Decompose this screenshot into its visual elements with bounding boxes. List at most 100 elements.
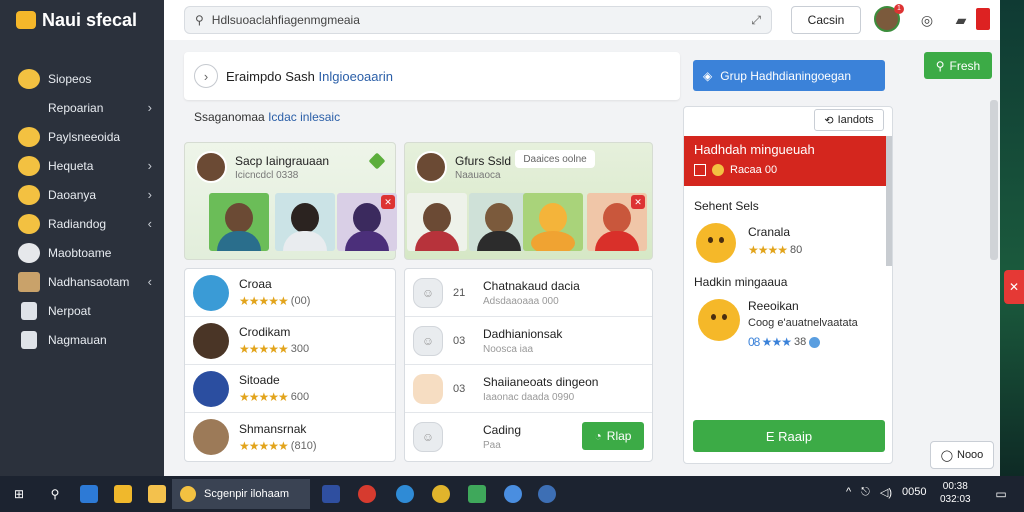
item-number: 21 xyxy=(453,286,466,299)
body-shape xyxy=(415,231,459,251)
fresh-button[interactable]: ⚲ Fresh xyxy=(924,52,992,79)
app-icon[interactable] xyxy=(504,485,522,503)
member-photo[interactable] xyxy=(209,193,269,251)
folder-icon[interactable] xyxy=(148,485,166,503)
list-item-sub: Noosca iaa xyxy=(483,343,534,355)
list-item-name: Sitoade xyxy=(239,373,280,387)
sidebar-item-2[interactable]: Repoarian › xyxy=(0,93,164,122)
search-icon[interactable]: ⚲ xyxy=(46,485,64,503)
section-link[interactable]: Icdac inlesaic xyxy=(268,110,340,124)
desktop-background xyxy=(1000,0,1024,476)
avatar xyxy=(193,419,229,455)
highlight-banner[interactable]: Hadhdah mingueuah Racaa 00 xyxy=(684,136,888,186)
sidebar-item-5[interactable]: Daoanya › xyxy=(0,180,164,209)
member-photo[interactable]: ✕ xyxy=(587,193,647,251)
notification-icon[interactable]: ▭ xyxy=(992,485,1010,503)
group-card[interactable]: Gfurs Ssld Naauaoca Daaices oolne ✕ xyxy=(404,142,653,260)
app-icon[interactable] xyxy=(358,485,376,503)
list-item[interactable]: ☺ Cading Paa ◔ Rlap xyxy=(405,413,652,461)
tag-icon: ◈ xyxy=(703,68,713,83)
sidebar-item-6[interactable]: Radiandog ‹ xyxy=(0,209,164,238)
network-icon[interactable]: ⎋ xyxy=(861,486,870,499)
sidebar-item-label: Repoarian xyxy=(48,100,104,115)
cancel-button[interactable]: Cacsin xyxy=(791,6,861,34)
scrollbar[interactable] xyxy=(990,100,998,260)
group-button[interactable]: ◈ Grup Hadhdianingoegan xyxy=(693,60,885,91)
clear-search-icon[interactable]: ⤢ xyxy=(751,13,761,28)
sidebar-item-3[interactable]: Paylsneeoida xyxy=(0,122,164,151)
clock[interactable]: 00:38 032:03 xyxy=(940,480,971,506)
item-description: Coog e'auatnelvaatata xyxy=(748,317,858,329)
search-input[interactable]: ⚲ Hdlsuoaclahfiagenmgmeaia ⤢ xyxy=(184,6,772,34)
chat-icon[interactable]: ▰ xyxy=(952,11,970,29)
app-icon[interactable] xyxy=(468,485,486,503)
member-photo[interactable] xyxy=(275,193,335,251)
chevron-right-icon[interactable]: › xyxy=(194,64,218,88)
more-button[interactable]: ◯ Nooo xyxy=(930,441,994,469)
chrome-icon[interactable] xyxy=(432,485,450,503)
sidebar-item-8[interactable]: Nadhansaotam ‹ xyxy=(0,267,164,296)
list-item-sub: Adsdaaoaaa 000 xyxy=(483,295,559,307)
windows-start-icon[interactable]: ⊞ xyxy=(10,485,28,503)
sidebar-item-7[interactable]: Maobtoame xyxy=(0,238,164,267)
list-item[interactable]: ☺ 03 Dadhianionsak Noosca iaa xyxy=(405,317,652,365)
avatar xyxy=(193,370,229,407)
group-card[interactable]: Sacp Iaingrauaan Icicncdcl 0338 ✕ xyxy=(184,142,397,260)
sidebar-item-1[interactable]: Siopeos xyxy=(0,64,164,93)
app-icon[interactable] xyxy=(396,485,414,503)
emoji-icon xyxy=(180,486,196,502)
group-card-header: Sacp Iaingrauaan Icicncdcl 0338 xyxy=(195,151,329,183)
member-photo[interactable]: ✕ xyxy=(337,193,397,251)
app-icon[interactable] xyxy=(322,485,340,503)
close-icon[interactable]: ✕ xyxy=(1004,270,1024,304)
list-item[interactable]: 03 Shaiianeoats dingeon Iaaonac daada 09… xyxy=(405,365,652,413)
remove-icon[interactable]: ✕ xyxy=(381,195,395,209)
sidebar-item-9[interactable]: Nerpoat xyxy=(0,296,164,325)
member-photo[interactable] xyxy=(523,193,583,251)
search-icon: ⚲ xyxy=(195,13,204,27)
sidebar-item-label: Daoanya xyxy=(48,187,97,202)
remove-icon[interactable]: ✕ xyxy=(631,195,645,209)
list-item[interactable]: ☺ 21 Chatnakaud dacia Adsdaaoaaa 000 xyxy=(405,269,652,317)
sidebar-item-label: Paylsneeoida xyxy=(48,129,121,144)
list-item-name: Shmansrnak xyxy=(239,421,307,436)
chevron-up-icon[interactable]: ^ xyxy=(846,486,851,499)
sidebar-item-4[interactable]: Hequeta › xyxy=(0,151,164,180)
chevron-left-icon: ‹ xyxy=(147,274,152,289)
sidebar-item-label: Nagmauan xyxy=(48,332,107,347)
page-title-link[interactable]: Inlgioeoaarin xyxy=(319,69,393,84)
list-item[interactable]: Crodikam ★★★★★ 300 xyxy=(185,317,395,365)
rating-stars: ★★★★ xyxy=(748,243,788,257)
edit-icon[interactable] xyxy=(368,152,386,170)
placeholder-face-icon xyxy=(413,373,443,404)
list-item[interactable]: Shmansrnak ★★★★★ (810) xyxy=(185,413,395,461)
info-icon xyxy=(809,336,821,348)
member-photo[interactable] xyxy=(407,193,467,251)
sidebar: Naui sfecal Siopeos Repoarian › Paylsnee… xyxy=(0,0,164,476)
chevron-left-icon: ‹ xyxy=(147,216,152,231)
sidebar-item-10[interactable]: Nagmauan xyxy=(0,325,164,354)
join-button[interactable]: ◔ Rlap xyxy=(582,422,644,450)
document-icon xyxy=(21,330,37,349)
help-icon[interactable]: ◎ xyxy=(918,11,936,29)
list-item[interactable]: Croaa ★★★★★ (00) xyxy=(185,269,395,317)
app-brand[interactable]: Naui sfecal xyxy=(0,0,164,40)
join-button[interactable]: E Raaip xyxy=(693,420,885,452)
checkbox-icon[interactable] xyxy=(694,164,706,176)
scrollbar[interactable] xyxy=(886,136,892,266)
flag-icon[interactable] xyxy=(976,8,990,30)
avatar xyxy=(193,322,229,359)
face-shape xyxy=(603,203,631,233)
list-item[interactable]: Sitoade ★★★★★ 600 xyxy=(185,365,395,413)
banner-subtitle: Racaa 00 xyxy=(730,164,778,176)
sort-button[interactable]: ⟲ Iandots xyxy=(814,109,884,131)
taskbar-active-app[interactable]: Scgenpir ilohaam xyxy=(172,479,310,509)
group-card-header: Gfurs Ssld Naauaoca xyxy=(415,151,511,183)
globe-icon[interactable] xyxy=(538,485,556,503)
app-icon[interactable] xyxy=(114,485,132,503)
volume-icon[interactable]: ◁) xyxy=(880,486,892,499)
item-number: 03 xyxy=(453,382,466,395)
list-item-name: Chatnakaud dacia xyxy=(483,278,580,293)
member-photo[interactable] xyxy=(469,193,529,251)
app-icon[interactable] xyxy=(80,485,98,503)
